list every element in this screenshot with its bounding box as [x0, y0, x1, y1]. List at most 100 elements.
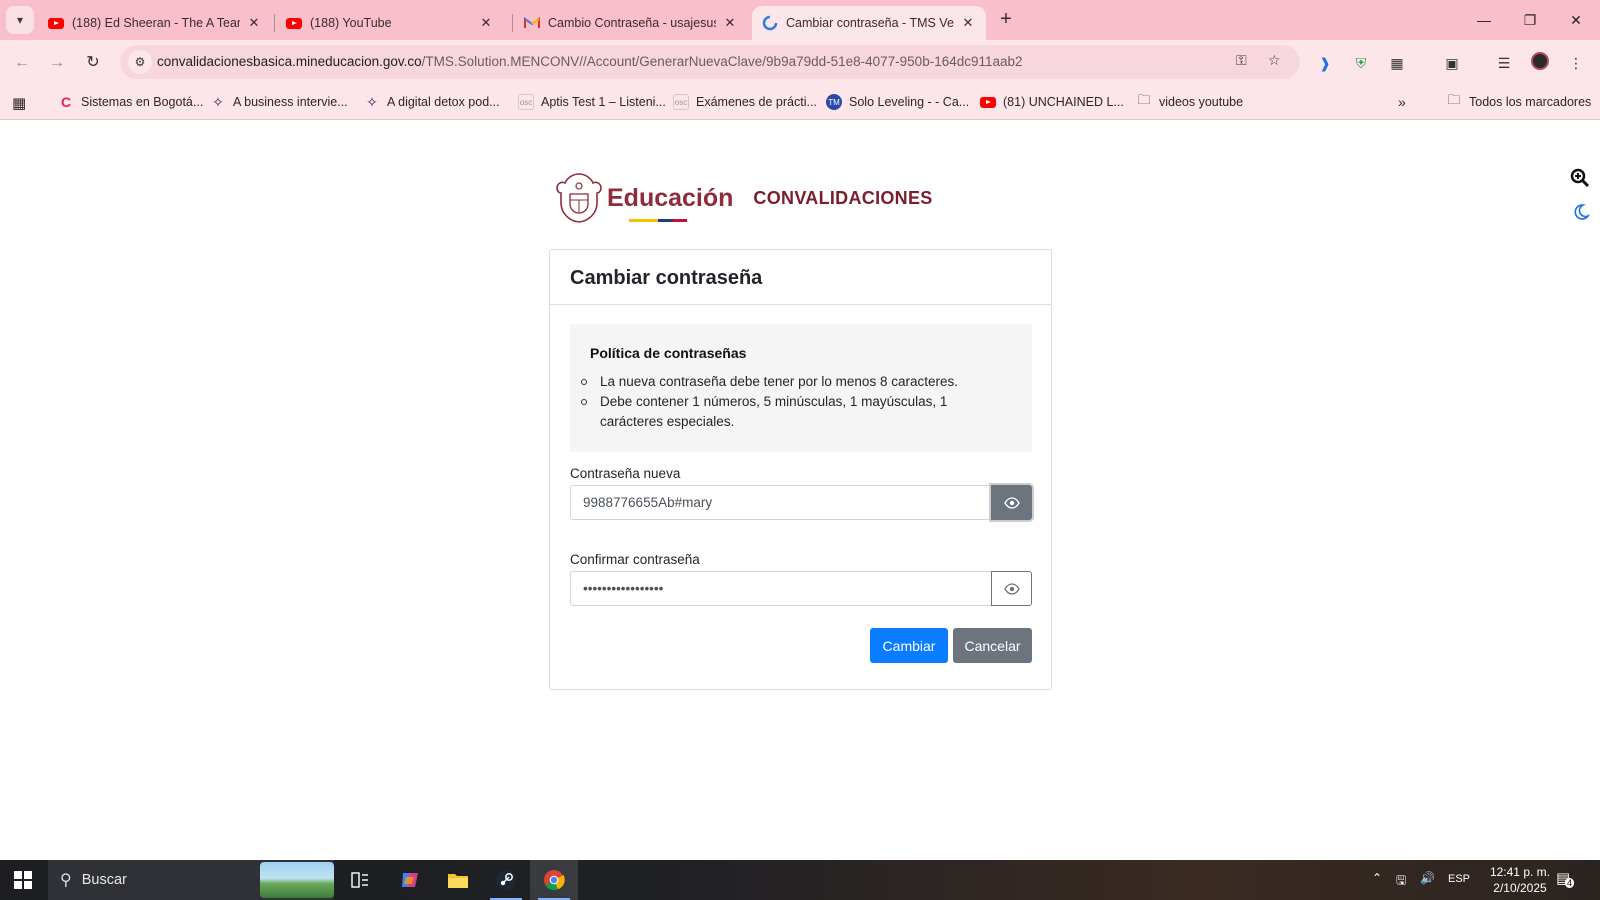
star-icon[interactable]: ☆: [1268, 52, 1281, 69]
youtube-icon: [48, 15, 64, 31]
bookmark-c-icon: C: [60, 94, 72, 110]
eye-icon: [1003, 582, 1020, 595]
bookmark-item[interactable]: C Sistemas en Bogotá...: [58, 94, 203, 110]
confirm-password-input[interactable]: [570, 571, 991, 606]
bookmark-item[interactable]: ✧ A business intervie...: [210, 94, 348, 110]
bookmark-item[interactable]: ✧ A digital detox pod...: [364, 93, 499, 110]
new-password-label: Contraseña nueva: [570, 466, 681, 481]
gmail-icon: [524, 15, 540, 31]
policy-item: Debe contener 1 números, 5 minúsculas, 1…: [581, 392, 1012, 432]
cambiar-button[interactable]: Cambiar: [870, 628, 948, 663]
tms-icon: [762, 15, 778, 31]
policy-title: Política de contraseñas: [590, 345, 747, 361]
site-info-icon[interactable]: ⚙: [128, 50, 152, 74]
apps-icon[interactable]: ▦: [12, 94, 26, 112]
copilot-icon[interactable]: [386, 860, 434, 900]
clock-date: 2/10/2025: [1493, 881, 1547, 895]
clock[interactable]: 12:41 p. m. 2/10/2025: [1490, 864, 1550, 896]
notification-count: 4: [1565, 878, 1575, 888]
all-bookmarks-folder[interactable]: 🗀 Todos los marcadores: [1446, 92, 1591, 110]
search-icon: ⚲: [60, 872, 72, 889]
password-policy: Política de contraseñas La nueva contras…: [570, 324, 1032, 452]
confirm-password-label: Confirmar contraseña: [570, 552, 700, 567]
bookmark-tmo-icon: TM: [826, 94, 842, 110]
close-icon[interactable]: ✕: [722, 15, 738, 31]
clock-time: 12:41 p. m.: [1489, 865, 1550, 879]
windows-taskbar: ⚲ Buscar ⌃ 🖫 🔊 ESP 12:41 p. m. 2/10/2025…: [0, 860, 1600, 900]
bookmark-item[interactable]: osc Aptis Test 1 – Listeni...: [518, 94, 666, 110]
bookmark-item[interactable]: (81) UNCHAINED L...: [980, 94, 1124, 110]
reload-button[interactable]: ↻: [79, 49, 107, 77]
shield-extension-icon[interactable]: ⛨: [1350, 52, 1372, 74]
taskbar-search[interactable]: ⚲ Buscar: [48, 860, 334, 900]
forward-button[interactable]: →: [43, 49, 71, 77]
zoom-icon[interactable]: [1570, 168, 1590, 193]
url-text[interactable]: convalidacionesbasica.mineducacion.gov.c…: [157, 54, 1023, 69]
eye-icon: [1003, 496, 1020, 509]
tab-ed-sheeran[interactable]: (188) Ed Sheeran - The A Team ✕: [38, 6, 272, 40]
close-icon[interactable]: ✕: [246, 15, 262, 31]
steam-icon[interactable]: [482, 860, 530, 900]
page-content: Educación CONVALIDACIONES Cambiar contra…: [0, 120, 1600, 860]
notifications-icon[interactable]: ▤ 4: [1556, 869, 1575, 888]
media-control-icon[interactable]: ☰: [1493, 52, 1515, 74]
new-password-input[interactable]: [570, 485, 991, 520]
bookmark-osc-icon: osc: [518, 94, 534, 110]
bookmark-osc-icon: osc: [673, 94, 689, 110]
youtube-icon: [980, 94, 996, 110]
bookmarks-bar: ▦ C Sistemas en Bogotá... ✧ A business i…: [0, 86, 1600, 120]
tab-search-button[interactable]: ▾: [6, 6, 34, 34]
volume-icon[interactable]: 🔊: [1420, 871, 1435, 885]
tab-cambiar-contrasena[interactable]: Cambiar contraseña - TMS Vers ✕: [752, 6, 986, 40]
bookmark-clover-icon: ✧: [366, 93, 378, 110]
address-bar[interactable]: ⚙ convalidacionesbasica.mineducacion.gov…: [120, 45, 1300, 79]
task-view-icon[interactable]: [336, 860, 384, 900]
minimize-button[interactable]: —: [1462, 6, 1506, 34]
tab-separator: [512, 14, 513, 32]
network-icon[interactable]: 🖫: [1396, 871, 1406, 892]
windows-start-icon[interactable]: [14, 871, 32, 889]
chevron-down-icon: ▾: [16, 13, 24, 27]
bookmark-item[interactable]: TM Solo Leveling - - Ca...: [826, 94, 969, 110]
taskbar-search-placeholder: Buscar: [81, 872, 127, 888]
chevron-up-icon[interactable]: ⌃: [1372, 871, 1382, 885]
brand-name: Educación: [607, 184, 733, 222]
bookmark-item[interactable]: osc Exámenes de prácti...: [673, 94, 817, 110]
card-title: Cambiar contraseña: [550, 250, 1051, 305]
new-tab-button[interactable]: +: [994, 8, 1018, 32]
file-explorer-icon[interactable]: [434, 860, 482, 900]
folder-icon: 🗀: [1137, 92, 1151, 107]
coat-of-arms-icon: [556, 173, 602, 223]
dark-mode-icon[interactable]: [1570, 202, 1591, 227]
tab-youtube[interactable]: (188) YouTube ✕: [276, 6, 504, 40]
tab-title: Cambiar contraseña - TMS Vers: [786, 16, 954, 30]
screenshot-icon[interactable]: ▣: [1441, 52, 1463, 74]
close-icon[interactable]: ✕: [960, 15, 976, 31]
tab-title: Cambio Contraseña - usajesusc: [548, 16, 716, 30]
cancelar-button[interactable]: Cancelar: [953, 628, 1032, 663]
extensions-icon[interactable]: ▦: [1386, 52, 1408, 74]
profile-avatar[interactable]: [1529, 52, 1551, 74]
chrome-icon[interactable]: [530, 860, 578, 900]
restore-button[interactable]: ❐: [1508, 6, 1552, 34]
tab-title: (188) Ed Sheeran - The A Team: [72, 16, 240, 30]
language-indicator[interactable]: ESP: [1448, 873, 1470, 885]
key-icon[interactable]: ⚿: [1236, 52, 1247, 69]
bookmark-folder[interactable]: 🗀 videos youtube: [1136, 92, 1243, 110]
close-icon[interactable]: ✕: [478, 15, 494, 31]
more-bookmarks-icon[interactable]: »: [1398, 94, 1406, 110]
menu-icon[interactable]: ⋮: [1565, 52, 1587, 74]
search-highlight-image: [260, 862, 334, 898]
folder-icon: 🗀: [1447, 92, 1461, 107]
youtube-icon: [286, 15, 302, 31]
policy-item: La nueva contraseña debe tener por lo me…: [581, 372, 1012, 392]
read-aloud-icon[interactable]: ❱: [1314, 52, 1336, 74]
toggle-new-password-button[interactable]: [991, 485, 1032, 520]
back-button[interactable]: ←: [8, 49, 36, 77]
logo: Educación CONVALIDACIONES: [555, 172, 933, 224]
toggle-confirm-password-button[interactable]: [991, 571, 1032, 606]
tab-gmail[interactable]: Cambio Contraseña - usajesusc ✕: [514, 6, 748, 40]
close-window-button[interactable]: ✕: [1554, 6, 1598, 34]
flag-stripes: [629, 218, 687, 222]
app-title: CONVALIDACIONES: [753, 187, 933, 208]
